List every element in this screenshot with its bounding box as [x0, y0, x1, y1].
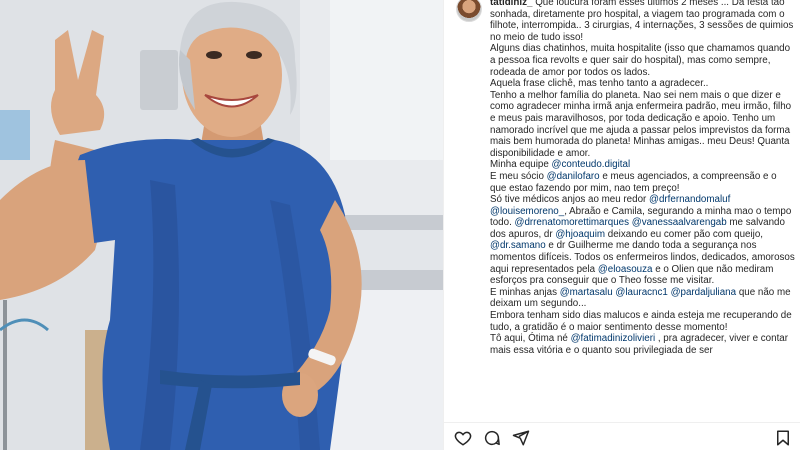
caption-paragraph-1: Que loucura foram esses últimos 2 meses … — [490, 0, 794, 43]
doctors-prefix: Só tive médicos anjos ao meu redor — [490, 194, 650, 206]
mention-conteudo-digital[interactable]: @conteudo.digital — [552, 159, 631, 170]
mention-louisemoreno[interactable]: @louisemoreno_ — [490, 206, 564, 217]
caption-paragraph-2: Alguns dias chatinhos, muita hospitalite… — [490, 43, 791, 78]
avatar[interactable] — [456, 0, 482, 22]
caption-angels-line: E minhas anjas @martasalu @lauracnc1 @pa… — [490, 287, 795, 310]
mention-dr-samano[interactable]: @dr.samano — [490, 240, 546, 251]
post-panel: tatidiniz_ Que loucura foram esses últim… — [443, 0, 800, 450]
post-caption: tatidiniz_ Que loucura foram esses últim… — [490, 0, 795, 356]
mention-hjoaquim[interactable]: @hjoaquim — [555, 229, 605, 240]
closing-prefix: Tô aqui, Ótima né — [490, 333, 571, 345]
caption-team-line: Minha equipe @conteudo.digital — [490, 159, 795, 171]
post-photo[interactable] — [0, 0, 443, 450]
mention-martasalu[interactable]: @martasalu — [560, 287, 613, 298]
heart-icon[interactable] — [454, 429, 472, 447]
caption-partner-line: E meu sócio @danilofaro e meus agenciado… — [490, 171, 795, 194]
doctors-mid-3: deixando eu comer pão com queijo, — [605, 228, 763, 240]
action-bar — [444, 422, 800, 451]
mention-eloasouza[interactable]: @eloasouza — [598, 264, 653, 275]
mention-pardaljuliana[interactable]: @pardaljuliana — [671, 287, 737, 298]
partner-prefix: E meu sócio — [490, 170, 547, 182]
mention-danilofaro[interactable]: @danilofaro — [547, 171, 600, 182]
mention-fatimadinizolivieri[interactable]: @fatimadinizolivieri — [571, 333, 656, 344]
caption-scroll-area[interactable]: tatidiniz_ Que loucura foram esses últim… — [454, 0, 797, 418]
caption-closing-1: Embora tenham sido dias malucos e ainda … — [490, 310, 792, 333]
post-photo-illustration — [0, 0, 443, 450]
share-icon[interactable] — [512, 429, 530, 447]
team-prefix: Minha equipe — [490, 159, 552, 171]
comment-icon[interactable] — [483, 429, 501, 447]
mention-drfernandomaluf[interactable]: @drfernandomaluf — [649, 194, 730, 205]
mention-lauracnc1[interactable]: @lauracnc1 — [615, 287, 667, 298]
caption-doctors-line: Só tive médicos anjos ao meu redor @drfe… — [490, 194, 795, 287]
caption-closing-2: Tô aqui, Ótima né @fatimadinizolivieri ,… — [490, 333, 795, 356]
bookmark-icon[interactable] — [774, 429, 792, 447]
angels-prefix: E minhas anjas — [490, 286, 560, 298]
mention-drrenatomorettimarques[interactable]: @drrenatomorettimarques — [515, 217, 630, 228]
caption-paragraph-4: Tenho a melhor família do planeta. Nao s… — [490, 89, 792, 159]
caption-paragraph-3: Aquela frase clichê, mas tenho tanto a a… — [490, 78, 709, 90]
mention-vanessaalvarengab[interactable]: @vanessaalvarengab — [632, 217, 727, 228]
username-link[interactable]: tatidiniz_ — [490, 0, 532, 8]
